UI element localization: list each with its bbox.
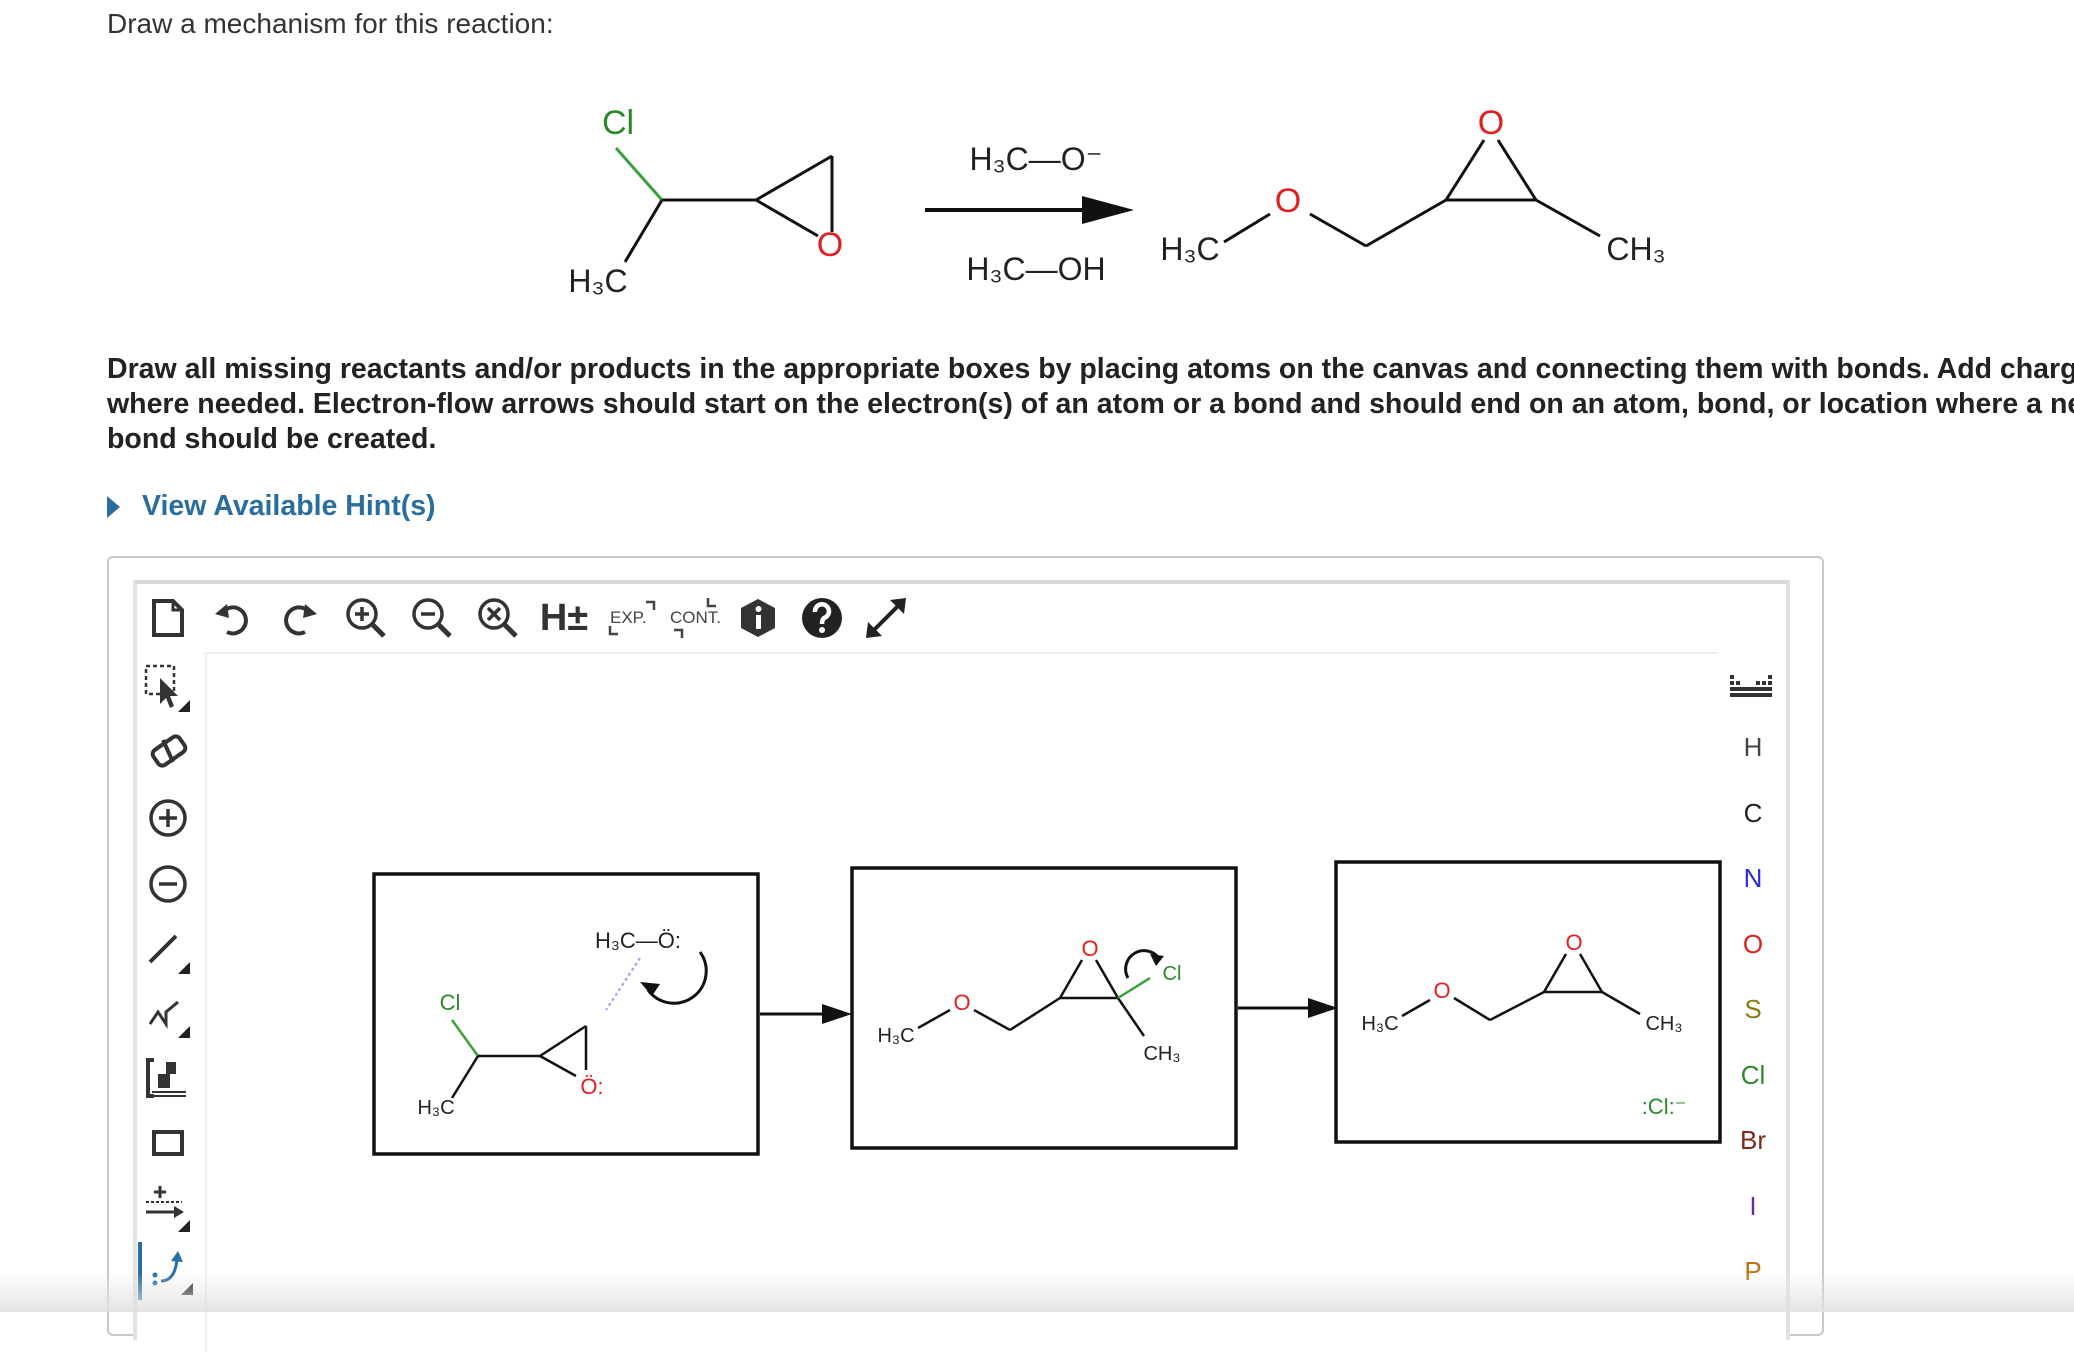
element-button-i[interactable]: I: [1728, 1191, 1778, 1222]
reaction-arrow: H₃C—O⁻ H₃C—OH: [925, 141, 1134, 287]
reactant-ch3-label: H₃C: [568, 263, 627, 299]
lasso-select-tool[interactable]: [144, 664, 192, 712]
zoom-out-icon[interactable]: [408, 594, 456, 642]
instruction-line-2: where needed. Electron-flow arrows shoul…: [107, 388, 2074, 420]
template-tool[interactable]: [144, 1054, 192, 1102]
instruction-line-1: Draw all missing reactants and/or produc…: [107, 353, 2074, 385]
element-button-s[interactable]: S: [1728, 994, 1778, 1025]
product-h3c-label: H₃C: [1160, 231, 1219, 267]
eraser-tool[interactable]: [144, 728, 192, 776]
product-ch3-label: CH₃: [1606, 231, 1665, 267]
element-button-br[interactable]: Br: [1728, 1125, 1778, 1156]
single-bond-tool[interactable]: [144, 926, 192, 974]
chain-tool[interactable]: [144, 990, 192, 1038]
reactant-o-label: O: [817, 226, 843, 264]
redo-icon[interactable]: [276, 594, 324, 642]
expand-triangle-icon: [107, 495, 120, 518]
page-bottom-shade: [0, 1272, 2074, 1312]
expand-label: EXP.: [610, 608, 647, 627]
hydrogen-toggle-button[interactable]: H±: [536, 594, 592, 642]
help-icon[interactable]: [798, 594, 846, 642]
element-button-c[interactable]: C: [1728, 798, 1778, 829]
positive-charge-tool[interactable]: [144, 794, 192, 842]
reagent-top: H₃C—O⁻: [969, 141, 1102, 177]
element-button-h[interactable]: H: [1728, 732, 1778, 763]
info-icon[interactable]: [734, 594, 782, 642]
drawing-canvas[interactable]: [205, 652, 1718, 1352]
periodic-table-icon[interactable]: [1728, 662, 1776, 710]
expand-button[interactable]: EXP.: [602, 594, 662, 642]
question-title: Draw a mechanism for this reaction:: [107, 8, 554, 39]
fullscreen-icon[interactable]: [862, 594, 910, 642]
reaction-arrow-tool[interactable]: [144, 1184, 192, 1232]
hydrogen-toggle-label: H±: [539, 596, 589, 639]
new-document-icon[interactable]: [144, 594, 192, 642]
reactant-molecule: Cl H₃C O: [568, 104, 843, 299]
instructions: Draw all missing reactants and/or produc…: [107, 352, 2074, 457]
zoom-reset-icon[interactable]: [474, 594, 522, 642]
box-tool[interactable]: [144, 1120, 192, 1168]
reaction-scheme: Cl H₃C O H₃C—O⁻ H₃C—OH H₃C O O CH₃: [568, 104, 1665, 299]
element-button-n[interactable]: N: [1728, 863, 1778, 894]
element-button-cl[interactable]: Cl: [1728, 1060, 1778, 1091]
instruction-line-3: bond should be created.: [107, 423, 437, 455]
view-hints-link[interactable]: View Available Hint(s): [107, 490, 436, 523]
product-molecule: H₃C O O CH₃: [1160, 104, 1665, 267]
contract-label: CONT.: [670, 608, 721, 627]
reagent-bottom: H₃C—OH: [966, 251, 1105, 287]
contract-button[interactable]: CONT.: [666, 594, 732, 642]
zoom-in-icon[interactable]: [342, 594, 390, 642]
view-hints-label: View Available Hint(s): [142, 490, 436, 522]
reactant-cl-label: Cl: [602, 104, 634, 142]
product-o-epoxide-label: O: [1478, 104, 1504, 142]
negative-charge-tool[interactable]: [144, 860, 192, 908]
product-o-ether-label: O: [1275, 182, 1301, 220]
element-button-o[interactable]: O: [1728, 929, 1778, 960]
undo-icon[interactable]: [208, 594, 256, 642]
